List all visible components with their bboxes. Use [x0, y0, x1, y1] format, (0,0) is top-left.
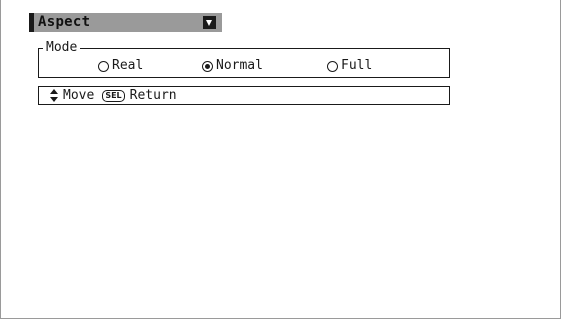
radio-real-icon[interactable]	[98, 60, 109, 72]
menu-title: Aspect	[38, 14, 91, 30]
mode-option-normal[interactable]: Normal	[202, 58, 263, 74]
dropdown-arrow-icon[interactable]	[203, 16, 216, 29]
up-down-arrows-icon	[50, 89, 58, 102]
mode-option-real[interactable]: Real	[98, 58, 143, 74]
menu-title-bar[interactable]: Aspect	[29, 13, 222, 32]
title-accent	[29, 13, 34, 32]
mode-option-label: Real	[112, 58, 144, 73]
mode-option-label: Full	[341, 58, 373, 73]
mode-legend: Mode	[43, 40, 81, 56]
move-label: Move	[63, 88, 95, 103]
sel-key-icon: SEL	[102, 89, 125, 102]
radio-full-icon[interactable]	[327, 60, 338, 72]
radio-normal-icon[interactable]	[202, 60, 213, 72]
mode-option-label: Normal	[216, 58, 263, 73]
osd-screen: Aspect Mode Real Normal Full Move SEL Re…	[0, 0, 561, 319]
mode-group: Mode Real Normal Full	[38, 40, 450, 78]
mode-option-full[interactable]: Full	[327, 58, 372, 74]
return-label: Return	[129, 88, 177, 103]
help-bar: Move SEL Return	[38, 86, 450, 105]
